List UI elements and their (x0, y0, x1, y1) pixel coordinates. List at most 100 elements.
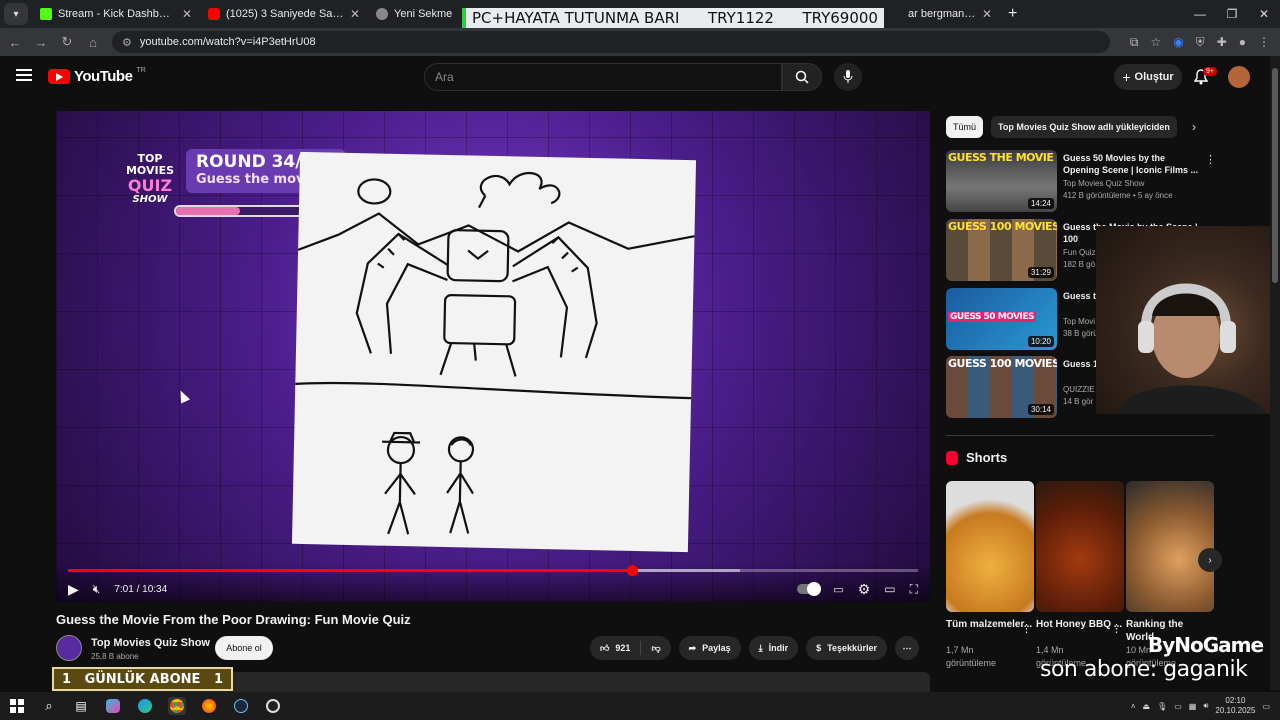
minimize-icon[interactable]: — (1184, 0, 1216, 28)
more-actions-button[interactable]: ⋯ (895, 636, 920, 660)
share-button[interactable]: ➦ Paylaş (678, 636, 741, 660)
channel-avatar[interactable] (56, 635, 82, 661)
tab-kick[interactable]: Stream - Kick Dashboard ✕ (32, 0, 200, 28)
video-thumbnail[interactable]: GUESS 100 MOVIES 30:14 (946, 356, 1057, 418)
system-tray: ˄ ⏏ 🎙︎ ▭ ▦ 🔊︎ 02:10 20.10.2025 ▭ (1131, 692, 1280, 720)
close-tab-icon[interactable]: ✕ (982, 7, 992, 21)
more-options-icon[interactable]: ⋮ (1205, 153, 1216, 166)
page-scrollbar[interactable] (1270, 56, 1280, 690)
chevron-right-icon: › (1208, 554, 1212, 566)
short-item[interactable]: Hot Honey BBQ ... 1,4 Mn görüntüleme ⋮ (1036, 481, 1124, 670)
site-info-icon[interactable]: ⚙ (122, 36, 132, 49)
install-app-icon[interactable]: ⧉ (1130, 35, 1139, 50)
video-thumbnail[interactable]: GUESS 50 MOVIES 10:20 (946, 288, 1057, 350)
short-thumbnail[interactable] (1036, 481, 1124, 612)
tab-label: ar bergman death (908, 8, 976, 20)
back-icon[interactable]: ← (8, 35, 22, 50)
play-icon[interactable]: ▶ (68, 581, 79, 598)
thumbnail-text: GUESS 100 MOVIES (948, 220, 1057, 233)
reload-icon[interactable]: ↻ (60, 34, 74, 50)
chip-all[interactable]: Tümü (946, 116, 984, 138)
thumbnail-text: GUESS 100 MOVIES (948, 357, 1057, 370)
dislike-button[interactable]: 👎︎ (641, 636, 670, 660)
shield-icon[interactable]: ⛨ (1196, 35, 1205, 50)
firefox-icon[interactable] (200, 697, 218, 715)
home-icon[interactable]: ⌂ (86, 35, 100, 50)
tab-search-button[interactable]: ▾ (4, 3, 28, 25)
account-avatar[interactable] (1228, 66, 1250, 88)
puzzle-icon[interactable]: ✚ (1217, 35, 1227, 50)
video-thumbnail[interactable]: GUESS 100 MOVIES 31:29 (946, 219, 1057, 281)
download-button[interactable]: ⤓ İndir (748, 636, 799, 660)
seek-handle[interactable] (627, 565, 639, 576)
more-options-icon[interactable]: ⋮ (1111, 622, 1122, 635)
search-icon (795, 70, 809, 84)
like-button[interactable]: 👍︎ 921 (590, 636, 640, 660)
close-tab-icon[interactable]: ✕ (350, 7, 360, 21)
channel-name[interactable]: Top Movies Quiz Show (91, 637, 210, 649)
create-button[interactable]: + Oluştur (1114, 64, 1182, 90)
video-thumbnail[interactable]: GUESS THE MOVIE 14:24 (946, 150, 1057, 212)
menu-icon[interactable] (16, 69, 32, 81)
search-button[interactable] (782, 63, 822, 91)
recommended-video[interactable]: GUESS THE MOVIE 14:24 Guess 50 Movies by… (946, 150, 1216, 212)
download-label: İndir (768, 643, 789, 653)
rec-channel: Top Movies Quiz Show (1063, 179, 1145, 188)
mute-icon[interactable]: 🔇︎ (93, 582, 101, 597)
shorts-next-button[interactable]: › (1198, 548, 1222, 572)
chevron-right-icon[interactable]: › (1192, 120, 1196, 134)
close-window-icon[interactable]: ✕ (1248, 0, 1280, 28)
url-field[interactable]: ⚙ youtube.com/watch?v=i4P3etHrU08 (112, 31, 1110, 53)
more-options-icon[interactable]: ⋮ (1021, 622, 1032, 635)
tab-last[interactable]: ar bergman death ✕ (900, 0, 1000, 28)
usb-icon[interactable]: ⏏ (1143, 702, 1151, 711)
task-view-icon[interactable]: ▤ (72, 697, 90, 715)
chip-uploader[interactable]: Top Movies Quiz Show adlı yükleyiciden (991, 116, 1177, 138)
chrome-icon[interactable] (168, 697, 186, 715)
youtube-logo[interactable]: YouTube TR (48, 67, 146, 85)
subscribe-button[interactable]: Abone ol (215, 636, 273, 660)
bookmark-star-icon[interactable]: ☆ (1150, 35, 1161, 50)
close-tab-icon[interactable]: ✕ (182, 7, 192, 21)
notifications-icon[interactable]: ▭ (1262, 702, 1270, 711)
fullscreen-icon[interactable]: ⛶ (910, 582, 918, 597)
short-item[interactable]: Tüm malzemeler... 1,7 Mn görüntüleme ⋮ (946, 481, 1034, 670)
subtitles-icon[interactable]: ▭ (833, 583, 843, 596)
theater-mode-icon[interactable]: ▭ (884, 582, 895, 596)
thanks-button[interactable]: $ Teşekkürler (806, 636, 888, 660)
search-input[interactable]: Ara (424, 63, 782, 91)
copilot-icon[interactable] (104, 697, 122, 715)
extension-icon[interactable]: ◉ (1173, 35, 1183, 50)
menu-dots-icon[interactable]: ⋮ (1258, 35, 1270, 50)
voice-search-button[interactable] (834, 63, 862, 91)
short-thumbnail[interactable] (1126, 481, 1214, 612)
restore-icon[interactable]: ❐ (1216, 0, 1248, 28)
new-tab-button[interactable]: + (1000, 5, 1025, 23)
edge-icon[interactable] (136, 697, 154, 715)
microphone-icon (843, 70, 853, 83)
mic-tray-icon[interactable]: 🎙︎ (1157, 702, 1167, 711)
rec-channel: Top Movi (1063, 317, 1096, 326)
short-thumbnail[interactable] (946, 481, 1034, 612)
seek-bar[interactable] (68, 565, 918, 576)
steam-icon[interactable] (232, 697, 250, 715)
clock-date: 20.10.2025 (1215, 706, 1256, 715)
kick-icon (40, 8, 52, 20)
clock[interactable]: 02:10 20.10.2025 (1215, 696, 1255, 716)
settings-gear-icon[interactable]: ⚙ (858, 581, 871, 598)
chevron-up-icon[interactable]: ˄ (1131, 702, 1136, 711)
forward-icon[interactable]: → (34, 35, 48, 50)
volume-icon[interactable]: 🔊︎ (1203, 701, 1208, 711)
rec-channel: Fun Quiz (1063, 248, 1096, 257)
obs-icon[interactable] (264, 697, 282, 715)
like-count: 921 (615, 643, 631, 653)
search-icon[interactable]: ⌕ (40, 697, 58, 715)
video-player[interactable]: TOP MOVIES QUIZ SHOW ROUND 34/50 Guess t… (56, 111, 930, 602)
profile-icon[interactable]: ● (1239, 35, 1246, 50)
autoplay-toggle[interactable] (797, 582, 822, 596)
duration-badge: 31:29 (1027, 267, 1054, 278)
windows-start-icon[interactable] (8, 697, 26, 715)
network-icon[interactable]: ▦ (1189, 702, 1197, 711)
tab-youtube[interactable]: (1025) 3 Saniyede Sahneye Gör ✕ (200, 0, 368, 28)
battery-icon[interactable]: ▭ (1174, 702, 1182, 711)
